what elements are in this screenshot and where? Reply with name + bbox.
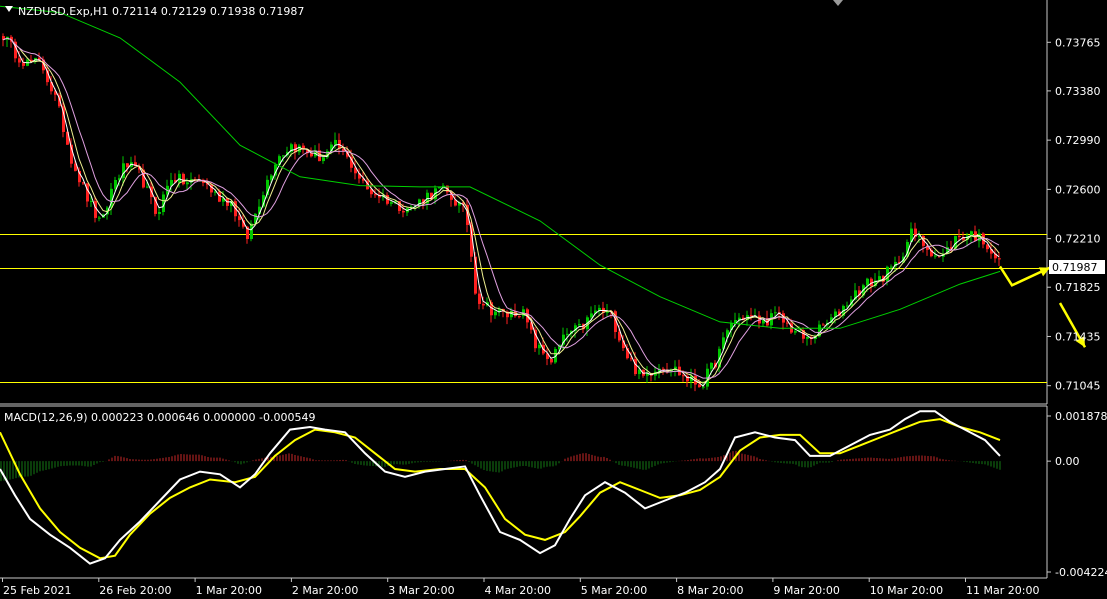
price-tick-label-5: 0.71825 <box>1055 281 1101 294</box>
current-price-label: 0.71987 <box>1049 260 1105 274</box>
time-tick-label-3: 2 Mar 20:00 <box>292 584 358 597</box>
candle-body-222 <box>890 266 893 268</box>
candle-body-177 <box>710 362 713 369</box>
time-tick-label-0: 25 Feb 2021 <box>3 584 71 597</box>
candle-body-46 <box>186 182 189 185</box>
time-tick-label-4: 3 Mar 20:00 <box>388 584 454 597</box>
price-tick-label-4: 0.72210 <box>1055 233 1101 246</box>
svg-text:0.71987: 0.71987 <box>1052 261 1098 274</box>
time-tick-label-6: 5 Mar 20:00 <box>581 584 647 597</box>
candle-body-36 <box>146 186 149 188</box>
candle-body-216 <box>866 278 869 286</box>
price-tick-label-3: 0.72600 <box>1055 183 1101 196</box>
candle-body-77 <box>310 153 313 157</box>
time-tick-label-7: 8 Mar 20:00 <box>677 584 743 597</box>
candle-body-174 <box>698 384 701 388</box>
candle-body-158 <box>634 359 637 375</box>
macd-tick-label-1: 0.00 <box>1055 455 1080 468</box>
candle-body-70 <box>282 155 285 157</box>
candle-body-24 <box>98 217 101 219</box>
candle-body-170 <box>682 375 685 377</box>
candle-body-134 <box>538 344 541 349</box>
candle-body-205 <box>822 324 825 326</box>
macd-tick-label-0: 0.001878 <box>1055 410 1107 423</box>
trading-chart[interactable]: 0.73765 0.73380 0.72990 0.72600 0.72210 0.718… <box>0 0 1107 599</box>
price-tick-label-2: 0.72990 <box>1055 134 1101 147</box>
candle-body-62 <box>250 223 253 240</box>
candle-body-249 <box>998 258 1001 260</box>
candle-body-233 <box>934 255 937 257</box>
candle-body-137 <box>550 358 553 363</box>
price-tick-label-1: 0.73380 <box>1055 85 1101 98</box>
time-tick-label-8: 9 Mar 20:00 <box>773 584 839 597</box>
candle-body-39 <box>158 212 161 214</box>
candle-body-239 <box>958 236 961 238</box>
candle-body-141 <box>566 333 569 335</box>
candle-body-83 <box>334 139 337 145</box>
candle-body-119 <box>478 293 481 304</box>
candle-body-175 <box>702 386 705 388</box>
candle-body-97 <box>390 202 393 204</box>
price-tick-label-0: 0.73765 <box>1055 36 1101 49</box>
candle-body-198 <box>794 331 797 333</box>
symbol-info: NZDUSD.Exp,H1 0.72114 0.72129 0.71938 0.… <box>18 5 304 18</box>
time-tick-label-9: 10 Mar 20:00 <box>870 584 943 597</box>
time-tick-label-5: 4 Mar 20:00 <box>485 584 551 597</box>
candle-body-129 <box>518 316 521 318</box>
candle-body-80 <box>322 157 325 162</box>
candle-body-120 <box>482 303 485 306</box>
macd-tick-label-2: -0.004224 <box>1055 566 1107 579</box>
candle-body-201 <box>806 336 809 339</box>
price-tick-label-6: 0.71435 <box>1055 330 1101 343</box>
candle-body-31 <box>126 163 129 168</box>
candle-body-45 <box>182 173 185 185</box>
candle-body-100 <box>402 211 405 213</box>
candle-body-4 <box>18 58 21 63</box>
chart-background <box>0 0 1107 599</box>
price-tick-label-7: 0.71045 <box>1055 380 1101 393</box>
macd-info: MACD(12,26,9) 0.000223 0.000646 0.000000… <box>4 411 315 424</box>
time-tick-label-10: 11 Mar 20:00 <box>966 584 1039 597</box>
time-tick-label-1: 26 Feb 20:00 <box>99 584 171 597</box>
candle-body-44 <box>178 173 181 183</box>
candle-body-54 <box>218 191 221 202</box>
candle-body-242 <box>970 231 973 236</box>
candle-body-193 <box>774 312 777 314</box>
candle-body-123 <box>494 311 497 316</box>
candle-body-144 <box>578 324 581 326</box>
candle-body-21 <box>86 183 89 202</box>
candle-body-5 <box>22 62 25 66</box>
time-tick-label-2: 1 Mar 20:00 <box>196 584 262 597</box>
